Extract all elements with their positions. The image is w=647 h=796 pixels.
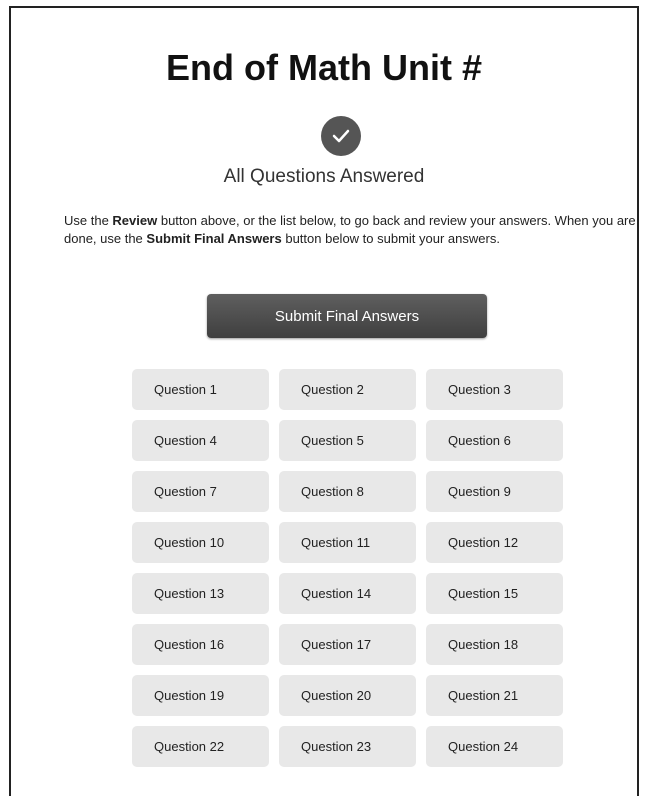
question-button[interactable]: Question 17 <box>279 624 416 665</box>
question-button[interactable]: Question 23 <box>279 726 416 767</box>
question-button[interactable]: Question 10 <box>132 522 269 563</box>
instructions-submit-bold: Submit Final Answers <box>146 231 282 246</box>
status-text: All Questions Answered <box>223 166 425 187</box>
question-button[interactable]: Question 1 <box>132 369 269 410</box>
question-button[interactable]: Question 16 <box>132 624 269 665</box>
question-button[interactable]: Question 22 <box>132 726 269 767</box>
question-button[interactable]: Question 3 <box>426 369 563 410</box>
question-button[interactable]: Question 4 <box>132 420 269 461</box>
instructions-part3: button below to submit your answers. <box>281 231 500 246</box>
question-button[interactable]: Question 11 <box>279 522 416 563</box>
question-button[interactable]: Question 9 <box>426 471 563 512</box>
question-button[interactable]: Question 20 <box>279 675 416 716</box>
instructions-text: Use the Review button above, or the list… <box>64 212 644 248</box>
question-button[interactable]: Question 13 <box>132 573 269 614</box>
question-button[interactable]: Question 12 <box>426 522 563 563</box>
question-button[interactable]: Question 8 <box>279 471 416 512</box>
question-button[interactable]: Question 21 <box>426 675 563 716</box>
question-button[interactable]: Question 15 <box>426 573 563 614</box>
question-button[interactable]: Question 5 <box>279 420 416 461</box>
question-button[interactable]: Question 6 <box>426 420 563 461</box>
question-button[interactable]: Question 24 <box>426 726 563 767</box>
question-button[interactable]: Question 18 <box>426 624 563 665</box>
checkmark-icon <box>321 116 361 156</box>
question-button[interactable]: Question 19 <box>132 675 269 716</box>
question-button[interactable]: Question 14 <box>279 573 416 614</box>
page-frame: End of Math Unit # All Questions Answere… <box>9 6 639 796</box>
page-title: End of Math Unit # <box>166 47 482 88</box>
instructions-review-bold: Review <box>112 213 158 228</box>
question-list: Question 1 Question 2 Question 3 Questio… <box>132 369 563 767</box>
submit-final-answers-button[interactable]: Submit Final Answers <box>207 294 487 338</box>
question-button[interactable]: Question 7 <box>132 471 269 512</box>
question-button[interactable]: Question 2 <box>279 369 416 410</box>
instructions-part1: Use the <box>64 213 113 228</box>
